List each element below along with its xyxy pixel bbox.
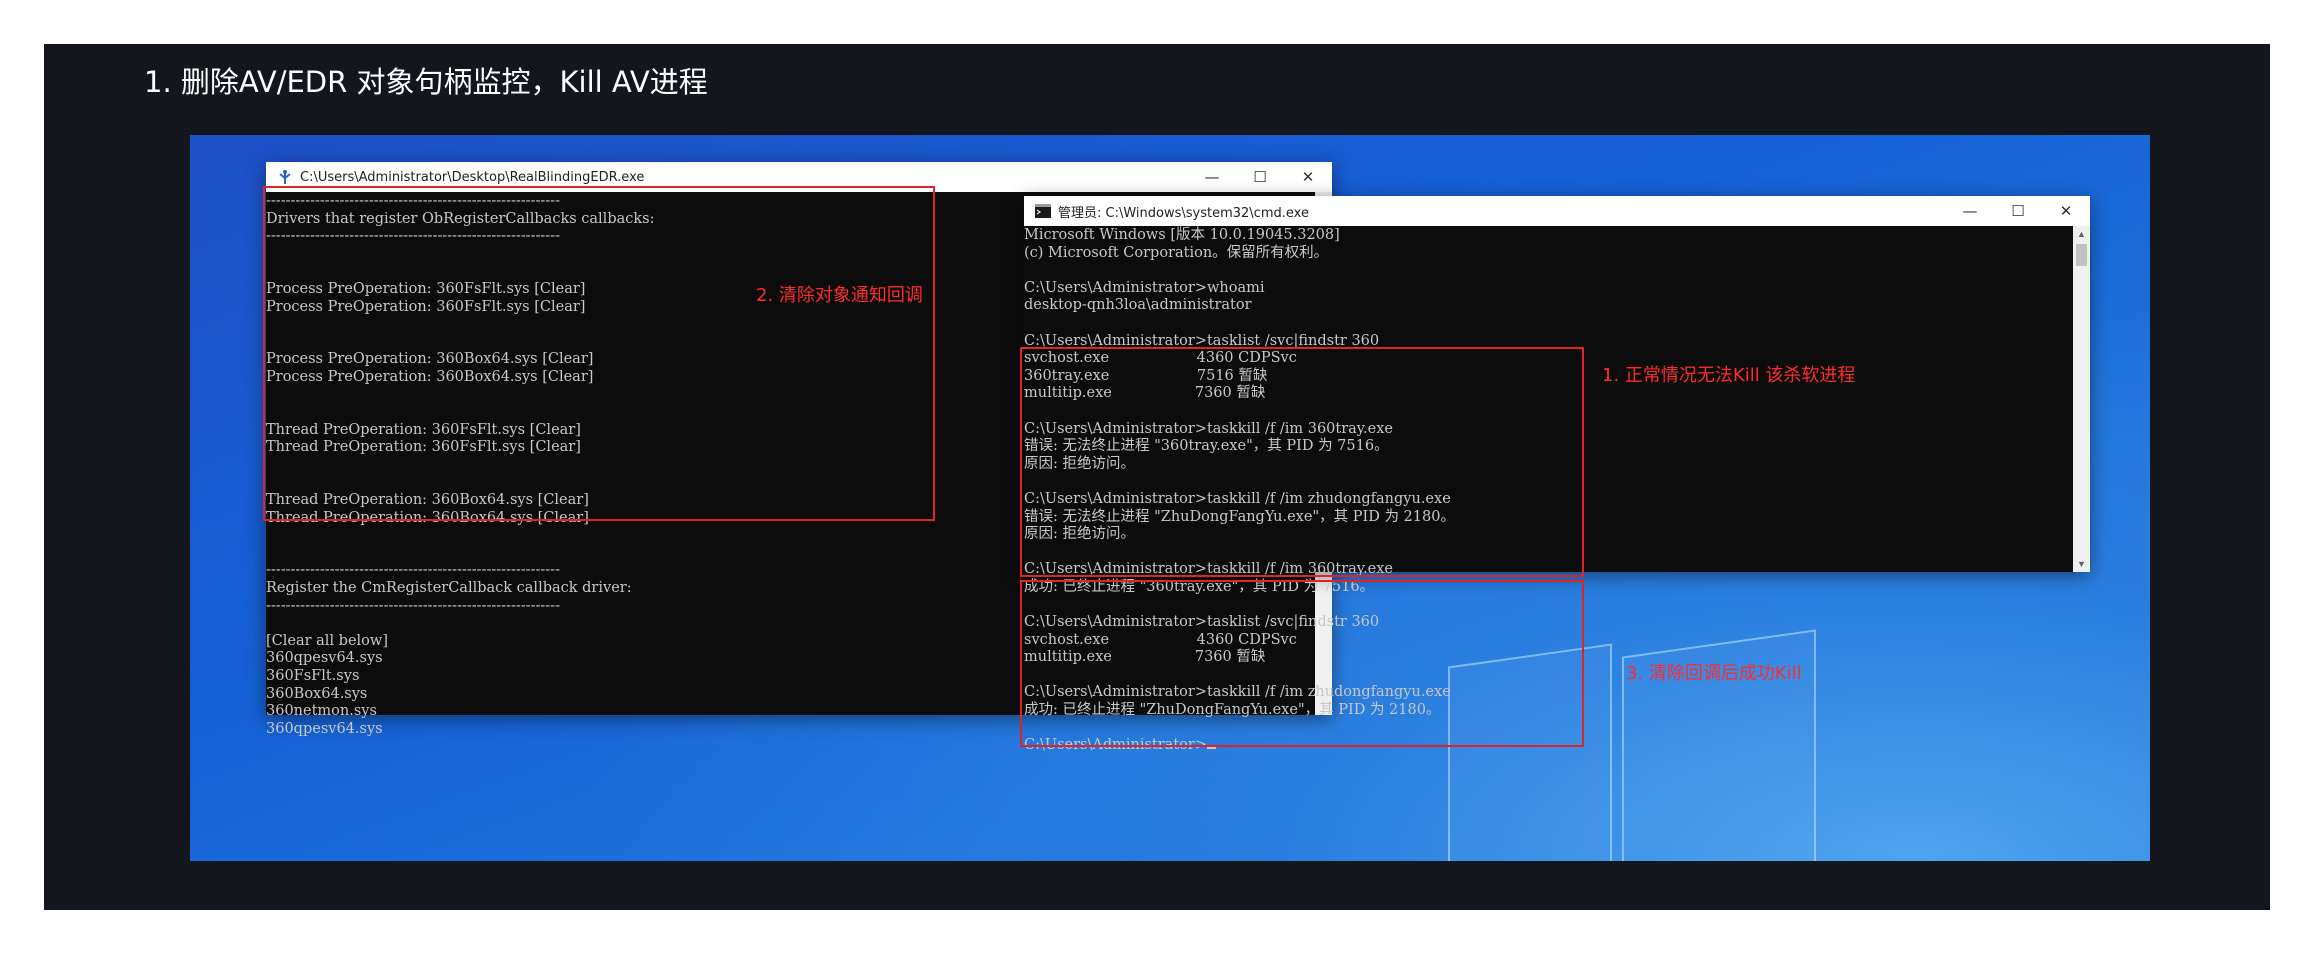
close-button[interactable]: ✕	[1284, 162, 1332, 192]
text-cursor	[1206, 747, 1216, 750]
page-heading: 1. 删除AV/EDR 对象句柄监控，Kill AV进程	[144, 65, 708, 99]
console-line: C:\Users\Administrator>whoami	[1024, 279, 1265, 296]
console-line: 360qpesv64.sys	[266, 650, 383, 667]
console-line: 360FsFlt.sys	[266, 668, 360, 685]
console-line: 360qpesv64.sys	[266, 720, 383, 737]
annotation-kill-success: 3. 清除回调后成功Kill	[1626, 663, 1802, 684]
annotation-clear-callbacks: 2. 清除对象通知回调	[756, 285, 923, 306]
console-line: Register the CmRegisterCallback callback…	[266, 580, 632, 597]
console-line: desktop-qnh3loa\administrator	[1024, 297, 1252, 314]
console-line: Microsoft Windows [版本 10.0.19045.3208]	[1024, 227, 1340, 243]
close-button[interactable]: ✕	[2042, 196, 2090, 226]
scroll-up-icon[interactable]: ▲	[2073, 226, 2090, 242]
highlight-box-kill-failed	[1020, 347, 1584, 577]
cmd-titlebar[interactable]: 管理员: C:\Windows\system32\cmd.exe — ☐ ✕	[1024, 196, 2090, 226]
cmd-icon	[1034, 202, 1052, 220]
console-line: ----------------------------------------…	[266, 562, 560, 579]
app-icon	[276, 168, 294, 186]
console-line: 360Box64.sys	[266, 685, 368, 702]
console-line: [Clear all below]	[266, 632, 388, 649]
highlight-box-callbacks	[263, 186, 935, 521]
desktop-screenshot: C:\Users\Administrator\Desktop\RealBlind…	[190, 135, 2150, 861]
console-line: ----------------------------------------…	[266, 597, 560, 614]
scrollbar[interactable]: ▲ ▼	[2073, 226, 2090, 572]
maximize-button[interactable]: ☐	[1994, 196, 2042, 226]
scroll-down-icon[interactable]: ▼	[2073, 556, 2090, 572]
annotation-cannot-kill: 1. 正常情况无法Kill 该杀软进程	[1602, 365, 1856, 386]
highlight-box-kill-success	[1020, 580, 1584, 747]
minimize-button[interactable]: —	[1946, 196, 1994, 226]
minimize-button[interactable]: —	[1188, 162, 1236, 192]
console-line: (c) Microsoft Corporation。保留所有权利。	[1024, 244, 1329, 261]
scroll-thumb[interactable]	[2076, 244, 2087, 266]
maximize-button[interactable]: ☐	[1236, 162, 1284, 192]
dark-panel: 1. 删除AV/EDR 对象句柄监控，Kill AV进程 C:\Users\Ad…	[44, 44, 2270, 910]
window-title: 管理员: C:\Windows\system32\cmd.exe	[1058, 205, 1309, 221]
console-line: 360netmon.sys	[266, 703, 377, 720]
window-title: C:\Users\Administrator\Desktop\RealBlind…	[300, 169, 645, 185]
